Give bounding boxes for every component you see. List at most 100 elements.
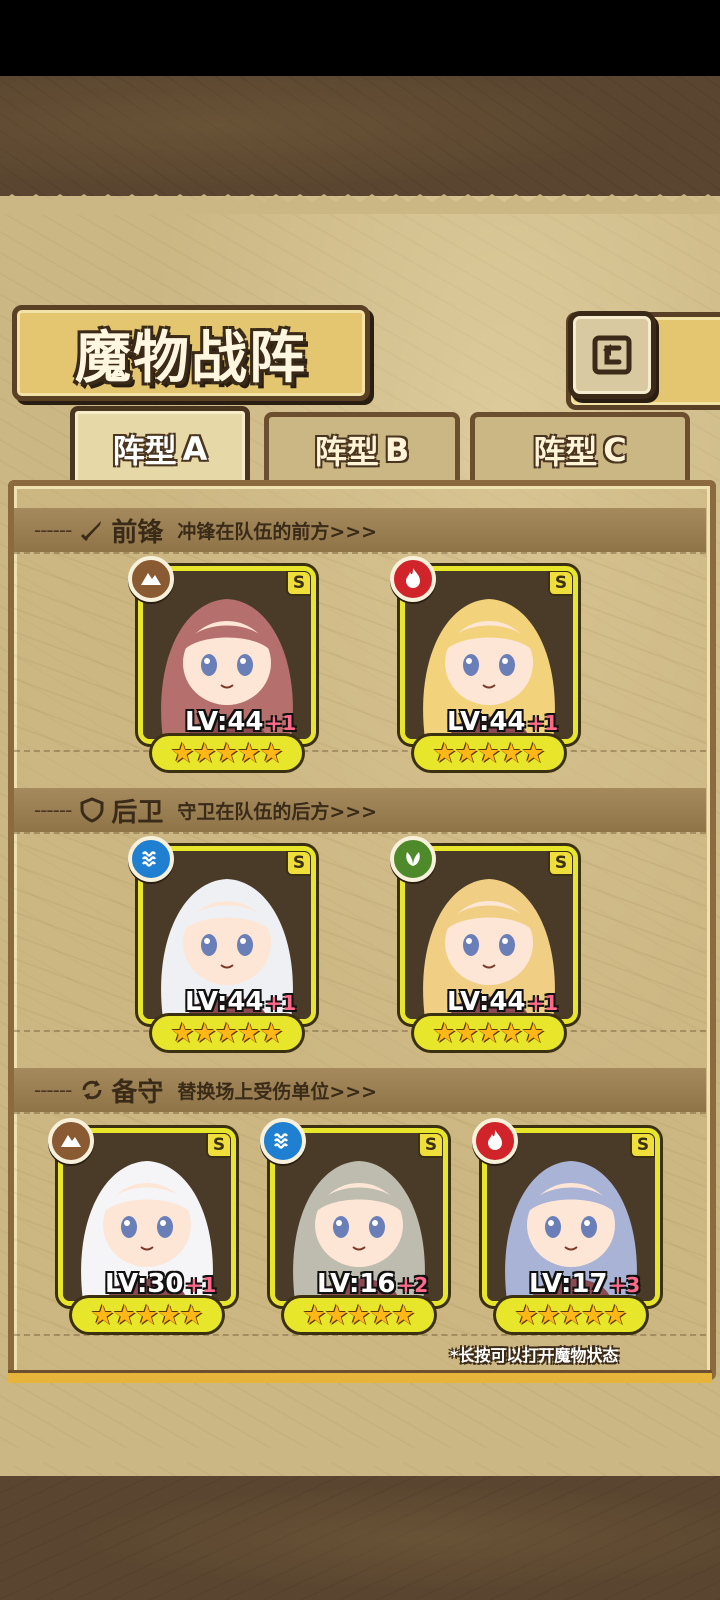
star-icon: ★ bbox=[259, 737, 284, 769]
section-header-reserve: ------ 备守 替换场上受伤单位>>> bbox=[14, 1068, 706, 1112]
section-description: 守卫在队伍的后方>>> bbox=[177, 800, 378, 823]
star-rating: ★ ★ ★ ★ ★ bbox=[72, 1298, 222, 1332]
star-icon: ★ bbox=[454, 1017, 479, 1049]
rank-badge: S bbox=[286, 571, 311, 596]
monster-card[interactable]: S LV:44 +1 ★ ★ ★ ★ ★ bbox=[128, 836, 316, 1058]
star-icon: ★ bbox=[324, 1299, 349, 1331]
level-bonus: +1 bbox=[527, 711, 559, 735]
star-icon: ★ bbox=[369, 1299, 394, 1331]
map-background-bottom bbox=[0, 1476, 720, 1600]
star-rating: ★ ★ ★ ★ ★ bbox=[152, 736, 302, 770]
fire-element-icon bbox=[472, 1118, 518, 1164]
torn-edge-bottom bbox=[0, 1448, 720, 1468]
earth-element-icon bbox=[48, 1118, 94, 1164]
page-title-plate: 魔物战阵 bbox=[12, 305, 370, 401]
torn-edge-top bbox=[0, 194, 720, 214]
star-icon: ★ bbox=[302, 1299, 327, 1331]
star-icon: ★ bbox=[432, 1017, 457, 1049]
level-bonus: +1 bbox=[265, 991, 297, 1015]
back-arrow-icon bbox=[592, 335, 632, 375]
tab-label: 阵型 bbox=[533, 433, 598, 471]
section-description: 冲锋在队伍的前方>>> bbox=[177, 520, 378, 543]
monster-card[interactable]: S LV:44 +1 ★ ★ ★ ★ ★ bbox=[128, 556, 316, 778]
back-row bbox=[14, 832, 706, 1032]
level-label: LV:44 +1 bbox=[447, 987, 559, 1017]
star-icon: ★ bbox=[214, 737, 240, 769]
level-label: LV:30 +1 bbox=[105, 1269, 217, 1299]
star-icon: ★ bbox=[237, 737, 262, 769]
level-bonus: +2 bbox=[397, 1273, 429, 1297]
earth-element-icon bbox=[128, 556, 174, 602]
star-icon: ★ bbox=[134, 1299, 160, 1331]
monster-card[interactable]: S LV:44 +1 ★ ★ ★ ★ ★ bbox=[390, 836, 578, 1058]
level-bonus: +1 bbox=[527, 991, 559, 1015]
wind-element-icon bbox=[390, 836, 436, 882]
star-icon: ★ bbox=[499, 1017, 524, 1049]
divider-dashes: ------ bbox=[34, 1078, 72, 1102]
water-element-icon bbox=[260, 1118, 306, 1164]
star-icon: ★ bbox=[391, 1299, 416, 1331]
sword-icon bbox=[81, 521, 102, 542]
star-icon: ★ bbox=[259, 1017, 284, 1049]
star-icon: ★ bbox=[192, 737, 217, 769]
star-icon: ★ bbox=[454, 737, 479, 769]
level-bonus: +3 bbox=[609, 1273, 641, 1297]
star-icon: ★ bbox=[514, 1299, 539, 1331]
divider-dashes: ------ bbox=[34, 798, 72, 822]
star-icon: ★ bbox=[536, 1299, 561, 1331]
star-rating: ★ ★ ★ ★ ★ bbox=[284, 1298, 434, 1332]
star-icon: ★ bbox=[558, 1299, 584, 1331]
tab-letter: A bbox=[182, 430, 208, 468]
star-icon: ★ bbox=[346, 1299, 372, 1331]
rank-badge: S bbox=[286, 851, 311, 876]
level-label: LV:17 +3 bbox=[529, 1269, 641, 1299]
monster-card[interactable]: S LV:16 +2 ★ ★ ★ ★ ★ bbox=[260, 1118, 448, 1340]
rank-badge: S bbox=[418, 1133, 443, 1158]
star-icon: ★ bbox=[90, 1299, 115, 1331]
panel-bottom-rail bbox=[8, 1370, 712, 1383]
star-icon: ★ bbox=[581, 1299, 606, 1331]
monster-card[interactable]: S LV:30 +1 ★ ★ ★ ★ ★ bbox=[48, 1118, 236, 1340]
map-background-top bbox=[0, 76, 720, 200]
star-icon: ★ bbox=[476, 737, 502, 769]
rank-badge: S bbox=[630, 1133, 655, 1158]
footnote-hint: *长按可以打开魔物状态 bbox=[450, 1346, 619, 1365]
star-icon: ★ bbox=[170, 737, 195, 769]
front-row bbox=[14, 552, 706, 752]
star-icon: ★ bbox=[499, 737, 524, 769]
tab-formation-a[interactable]: 阵型 A bbox=[70, 406, 250, 487]
star-icon: ★ bbox=[603, 1299, 628, 1331]
rank-badge: S bbox=[548, 851, 573, 876]
monster-card[interactable]: S LV:17 +3 ★ ★ ★ ★ ★ bbox=[472, 1118, 660, 1340]
star-icon: ★ bbox=[521, 737, 546, 769]
tab-label: 阵型 bbox=[112, 432, 177, 470]
back-button[interactable] bbox=[568, 311, 656, 399]
star-icon: ★ bbox=[112, 1299, 137, 1331]
level-label: LV:44 +1 bbox=[185, 987, 297, 1017]
level-label: LV:44 +1 bbox=[185, 707, 297, 737]
formation-tabs: 阵型 A 阵型 B 阵型 C bbox=[12, 406, 708, 490]
star-icon: ★ bbox=[237, 1017, 262, 1049]
tab-letter: B bbox=[384, 431, 410, 469]
star-icon: ★ bbox=[179, 1299, 204, 1331]
tab-letter: C bbox=[603, 431, 627, 469]
star-icon: ★ bbox=[476, 1017, 502, 1049]
star-icon: ★ bbox=[521, 1017, 546, 1049]
star-rating: ★ ★ ★ ★ ★ bbox=[414, 736, 564, 770]
star-icon: ★ bbox=[192, 1017, 217, 1049]
level-label: LV:44 +1 bbox=[447, 707, 559, 737]
level-bonus: +1 bbox=[185, 1273, 217, 1297]
divider-dashes: ------ bbox=[34, 518, 72, 542]
tab-formation-c[interactable]: 阵型 C bbox=[470, 412, 690, 483]
star-rating: ★ ★ ★ ★ ★ bbox=[496, 1298, 646, 1332]
fire-element-icon bbox=[390, 556, 436, 602]
monster-card[interactable]: S LV:44 +1 ★ ★ ★ ★ ★ bbox=[390, 556, 578, 778]
section-title: 前锋 bbox=[111, 517, 164, 548]
level-bonus: +1 bbox=[265, 711, 297, 735]
section-title: 备守 bbox=[111, 1077, 164, 1108]
star-icon: ★ bbox=[432, 737, 457, 769]
level-label: LV:16 +2 bbox=[317, 1269, 429, 1299]
tab-formation-b[interactable]: 阵型 B bbox=[264, 412, 460, 483]
star-icon: ★ bbox=[170, 1017, 195, 1049]
star-rating: ★ ★ ★ ★ ★ bbox=[414, 1016, 564, 1050]
